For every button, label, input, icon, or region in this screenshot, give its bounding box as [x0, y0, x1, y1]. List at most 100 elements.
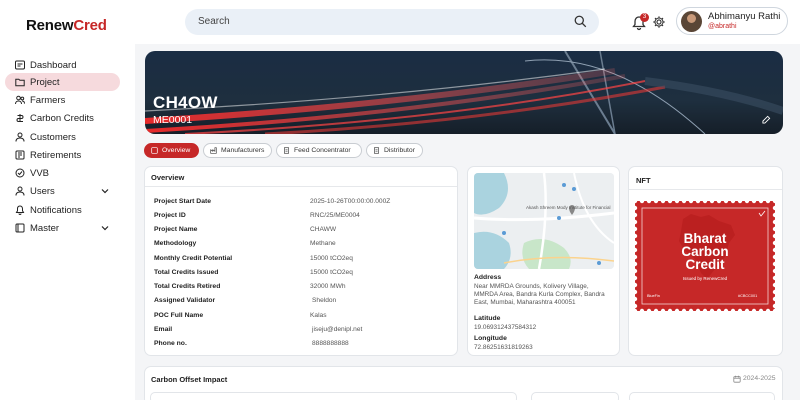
impact-panel: [629, 392, 775, 400]
search-icon[interactable]: [574, 15, 587, 28]
address-label: Address: [474, 274, 502, 281]
carbon-offset-title: Carbon Offset Impact: [151, 375, 228, 384]
sidebar-item-retirements[interactable]: Retirements: [5, 146, 120, 164]
location-map[interactable]: Akash Shreem Mody Institute for Financia…: [474, 173, 614, 269]
logo-text-b: Cred: [73, 17, 107, 34]
row-value: 15000 tCO2eq: [310, 255, 353, 262]
master-icon: [15, 223, 25, 233]
row-value: Sheldon: [312, 297, 337, 304]
nft-footer-left: BlueFin: [647, 294, 660, 298]
search-placeholder: Search: [198, 16, 230, 27]
row-value: CHAWW: [310, 226, 337, 233]
sidebar-item-label: Master: [30, 222, 60, 234]
chevron-down-icon[interactable]: [100, 186, 110, 196]
sidebar-item-label: Project: [30, 76, 60, 88]
tab-label: Distributor: [384, 147, 415, 154]
sidebar-item-vvb[interactable]: VVB: [5, 164, 120, 182]
tab-label: Manufacturers: [221, 147, 265, 154]
vvb-icon: [15, 168, 25, 178]
row-value: Methane: [310, 240, 336, 247]
address-value: Near MMRDA Grounds, Kolivery Village, MM…: [474, 283, 605, 306]
user-profile-button[interactable]: Abhimanyu Rathi @abrathi: [676, 7, 788, 35]
overview-title: Overview: [151, 173, 185, 182]
overview-icon: [151, 147, 158, 154]
project-icon: [15, 78, 25, 87]
sidebar-item-label: Farmers: [30, 94, 66, 106]
sidebar-item-farmers[interactable]: Farmers: [5, 91, 120, 109]
sidebar-item-label: Dashboard: [30, 59, 77, 71]
users-icon: [15, 186, 25, 196]
retirements-icon: [15, 150, 25, 160]
sidebar-item-label: Carbon Credits: [30, 112, 94, 124]
user-handle: @abrathi: [708, 23, 737, 30]
row-label: Assigned Validator: [154, 297, 216, 304]
notification-badge: 3: [640, 13, 649, 22]
impact-panel: [150, 392, 517, 400]
row-label: Phone no.: [154, 340, 187, 347]
map-image: Akash Shreem Mody Institute for Financia…: [474, 173, 614, 269]
document-icon: [284, 147, 289, 154]
sidebar-item-dashboard[interactable]: Dashboard: [5, 56, 120, 74]
notifications-icon: [15, 205, 25, 215]
row-value[interactable]: jiseju@denipl.net: [312, 326, 362, 333]
row-label: Email: [154, 326, 173, 333]
row-label: POC Full Name: [154, 312, 204, 319]
nft-divider: [629, 189, 782, 190]
sidebar-item-master[interactable]: Master: [5, 219, 120, 237]
project-code: ME0001: [153, 114, 193, 126]
row-value: 15000 tCO2eq: [310, 269, 353, 276]
nft-title: NFT: [636, 176, 651, 185]
sidebar-item-label: Customers: [30, 131, 76, 143]
sidebar-item-customers[interactable]: Customers: [5, 128, 120, 146]
carbon-credits-icon: [16, 114, 24, 122]
sidebar-item-label: Retirements: [30, 149, 82, 161]
sidebar-item-notifications[interactable]: Notifications: [5, 201, 120, 219]
farmers-icon: [15, 95, 25, 105]
customers-icon: [15, 132, 25, 142]
project-banner: [145, 51, 783, 134]
sidebar-item-project[interactable]: Project: [5, 73, 120, 91]
row-label: Project ID: [154, 212, 186, 219]
row-label: Methodology: [154, 240, 197, 247]
tab-overview[interactable]: Overview: [144, 143, 199, 158]
latitude-value: 19.069312437584312: [474, 324, 537, 331]
row-label: Total Credits Issued: [154, 269, 219, 276]
nft-title-line: Credit: [685, 257, 725, 272]
nft-stamp-title: Bharat Carbon Credit: [651, 232, 759, 272]
distributor-icon: [374, 147, 379, 154]
row-value: Kalas: [310, 312, 327, 319]
edit-icon[interactable]: [762, 115, 771, 124]
factory-icon: [210, 147, 217, 154]
tab-feed-concentrator[interactable]: Feed Concentrator: [276, 143, 362, 158]
chevron-down-icon[interactable]: [100, 223, 110, 233]
search-input[interactable]: Search: [185, 9, 599, 35]
sidebar-item-label: VVB: [30, 167, 50, 179]
row-value: RNC/25/ME0004: [310, 212, 360, 219]
banner-image: [145, 51, 783, 134]
map-poi-label: Akash Shreem Mody Institute for Financia…: [526, 205, 611, 210]
user-name: Abhimanyu Rathi: [708, 11, 781, 22]
row-value: 8888888888: [312, 340, 349, 347]
nft-footer-right: #CBCC001: [738, 294, 758, 298]
gear-icon[interactable]: [652, 15, 666, 29]
project-title: CH4OW: [153, 93, 218, 112]
brand-logo[interactable]: RenewCred: [26, 17, 107, 34]
overview-divider: [145, 186, 457, 187]
sidebar-item-users[interactable]: Users: [5, 182, 120, 200]
row-value: 2025-10-26T00:00:00.000Z: [310, 198, 391, 205]
calendar-icon[interactable]: [733, 375, 741, 383]
year-range[interactable]: 2024-2025: [743, 375, 776, 382]
latitude-label: Latitude: [474, 315, 501, 322]
impact-panel: [531, 392, 619, 400]
tab-label: Overview: [162, 147, 191, 154]
tab-distributor[interactable]: Distributor: [366, 143, 423, 158]
sidebar-item-label: Notifications: [30, 204, 82, 216]
row-label: Project Name: [154, 226, 198, 233]
avatar: [681, 11, 702, 32]
sidebar-item-carbon-credits[interactable]: Carbon Credits: [5, 109, 120, 127]
row-label: Monthly Credit Potential: [154, 255, 233, 262]
row-label: Total Credits Retired: [154, 283, 221, 290]
tab-label: Feed Concentrator: [294, 147, 351, 154]
tab-manufacturers[interactable]: Manufacturers: [203, 143, 272, 158]
row-value: 32000 MWh: [310, 283, 346, 290]
